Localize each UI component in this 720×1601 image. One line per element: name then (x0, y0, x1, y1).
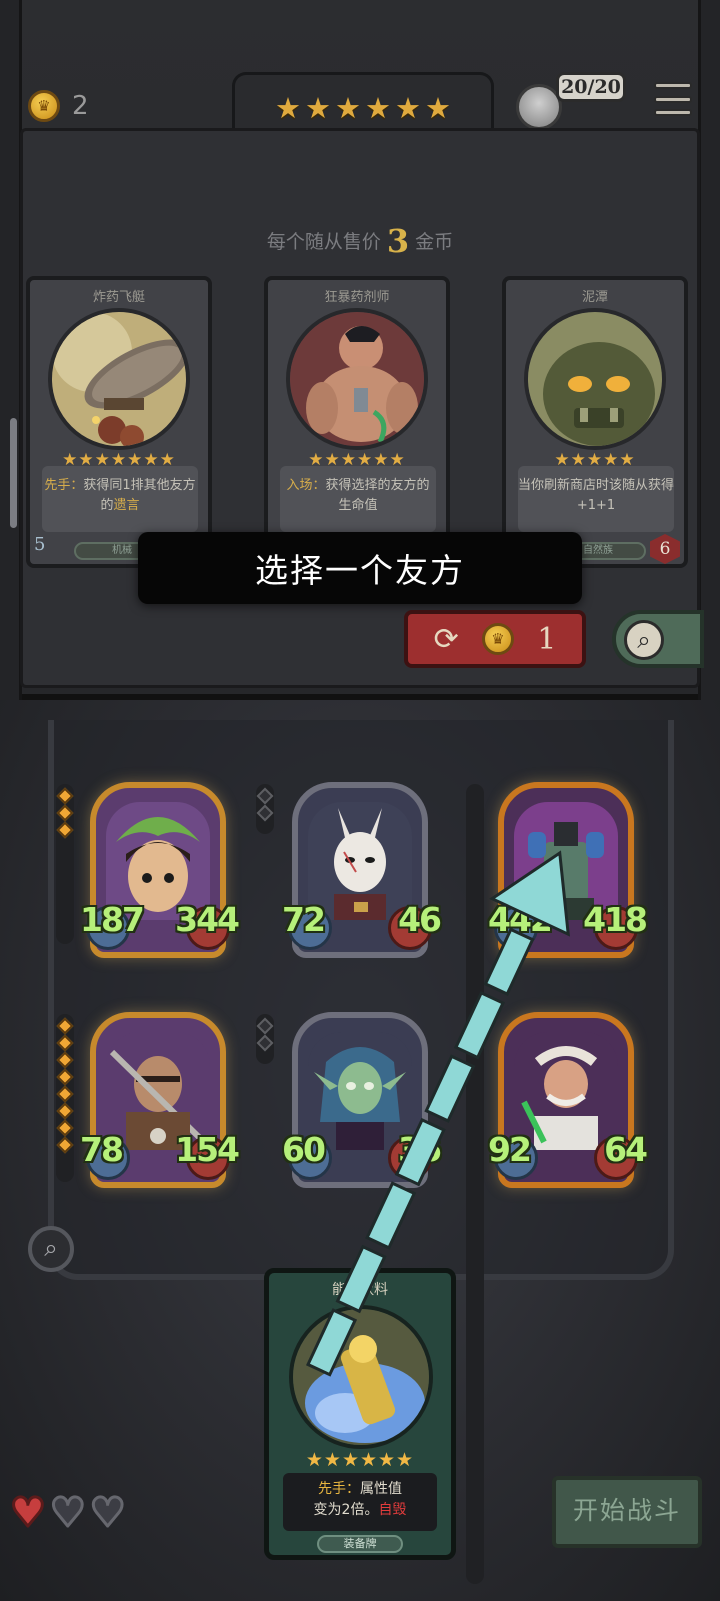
card-art-alchemist (286, 308, 428, 450)
gold-display: ♛ 2 (28, 90, 89, 122)
minion-health: 344 (175, 900, 240, 939)
row1-rank-dots (56, 787, 75, 839)
magnifier-icon[interactable]: ⌕ (28, 1226, 74, 1272)
minion-capacity-badge: 20/20 (556, 72, 626, 102)
minion-mech-robot[interactable]: 442 418 (488, 782, 648, 958)
card-name: 狂暴药剂师 (324, 290, 390, 305)
star-icon: ★ (335, 90, 361, 125)
minion-health: 36 (398, 1130, 442, 1169)
magnifier-icon: ⌕ (624, 620, 664, 660)
shop-card-berserk-alchemist[interactable]: 狂暴药剂师 ★★★★★★ 入场：获得选择的友方的生命值 (264, 276, 450, 568)
minion-mad-scientist[interactable]: 92 64 (488, 1012, 648, 1188)
minion-attack: 187 (80, 900, 145, 939)
minion-health: 154 (175, 1130, 240, 1169)
equipment-card-energy-drink[interactable]: 能量饮料 ★★★★★★ 先手：属性值 变为2倍。自毁 装备牌 (264, 1268, 456, 1560)
star-icon: ★ (275, 90, 301, 125)
card-description: 入场：获得选择的友方的生命值 (280, 466, 436, 532)
shop-search-button[interactable]: ⌕ (612, 610, 704, 668)
heart-icon: ♥ (48, 1489, 87, 1538)
heart-icon: ♥ (88, 1489, 127, 1538)
star-icon: ★ (425, 90, 451, 125)
minion-health: 64 (604, 1130, 648, 1169)
crown-coin-icon: ♛ (482, 623, 515, 655)
minion-attack: 78 (80, 1130, 124, 1169)
minion-health: 46 (398, 900, 442, 939)
minion-health: 418 (583, 900, 648, 939)
right-rail (698, 0, 720, 700)
card-stars: ★★★★★★ (305, 1449, 415, 1471)
minion-attack: 72 (282, 900, 326, 939)
refresh-icon: ⟳ (433, 621, 459, 657)
shop-card-bomb-airship[interactable]: 炸药飞艇 ★★★★★★★ 先手：获得同1排其他友方的遗言 5 机械 (26, 276, 212, 568)
minion-eyepatch-warrior[interactable]: 78 154 (80, 1012, 240, 1188)
card-description: 当你刷新商店时该随从获得+1+1 (518, 466, 674, 532)
lives-display: ♥ ♥ ♥ (9, 1489, 128, 1538)
star-icon: ★ (305, 90, 331, 125)
card-attack-value: 5 (34, 534, 46, 555)
refresh-cost: 1 (537, 621, 557, 657)
select-friendly-toast: 选择一个友方 (138, 532, 582, 604)
col2-rank-dots (256, 787, 275, 822)
card-description: 先手：属性值 变为2倍。自毁 (283, 1473, 437, 1531)
minion-attack: 442 (488, 900, 553, 939)
card-health-value: 6 (650, 534, 680, 564)
star-icon: ★ (365, 90, 391, 125)
hamburger-icon[interactable] (654, 82, 692, 116)
card-art-swamp (524, 308, 666, 450)
refresh-shop-button[interactable]: ⟳ ♛ 1 (404, 610, 586, 668)
minion-attack: 92 (488, 1130, 532, 1169)
shop-card-swamp[interactable]: 泥潭 ★★★★★ 当你刷新商店时该随从获得+1+1 6 自然族 (502, 276, 688, 568)
gold-count: 2 (72, 91, 89, 121)
col2b-rank-dots (256, 1017, 275, 1052)
left-rail (0, 0, 22, 700)
minion-attack: 60 (282, 1130, 326, 1169)
row2-rank-dots (56, 1017, 75, 1154)
scrollbar[interactable] (10, 418, 17, 528)
sell-price-text: 每个随从售价 3 金币 (266, 222, 454, 260)
minion-elf-sorceress[interactable]: 60 36 (282, 1012, 442, 1188)
shop-panel: ♛ 2 ★ ★ ★ ★ ★ ★ 20/20 每个随从售价 3 金币 炸药飞艇 ★… (0, 0, 720, 700)
crown-coin-icon: ♛ (28, 90, 60, 122)
card-type-tag: 装备牌 (317, 1535, 403, 1553)
minion-rabbit-mask[interactable]: 72 46 (282, 782, 442, 958)
card-art-airship (48, 308, 190, 450)
start-battle-button[interactable]: 开始战斗 (552, 1476, 702, 1548)
star-icon: ★ (395, 90, 421, 125)
col3-rank-bar (466, 784, 484, 1584)
minion-leaf-child[interactable]: 187 344 (80, 782, 240, 958)
card-name: 能量饮料 (332, 1282, 388, 1298)
card-name: 炸药飞艇 (92, 290, 145, 305)
heart-icon: ♥ (9, 1489, 48, 1538)
card-name: 泥潭 (581, 290, 608, 305)
card-description: 先手：获得同1排其他友方的遗言 (42, 466, 198, 532)
card-art-energy-drink (289, 1305, 433, 1449)
